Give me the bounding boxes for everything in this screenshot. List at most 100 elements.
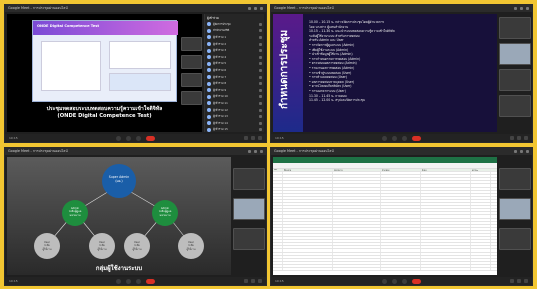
sheet-cell[interactable] [381,172,421,175]
spreadsheet-grid[interactable]: No. ชื่อ-สกุล หน่วยงาน ตำแหน่ง อีเมล สถานะ [273,169,497,272]
sheet-cell[interactable] [471,178,491,181]
sheet-cell[interactable] [283,224,333,227]
sheet-cell[interactable] [273,240,283,243]
info-icon[interactable] [244,136,248,140]
sheet-cell[interactable] [273,243,283,246]
mic-button[interactable] [382,135,387,141]
participant-row[interactable]: ผู้เข้าร่วม 2 [205,41,264,48]
people-icon[interactable] [251,136,255,140]
sheet-cell[interactable] [333,246,381,249]
sheet-cell[interactable] [381,258,421,261]
sheet-cell[interactable] [471,187,491,190]
sheet-cell[interactable] [273,268,283,271]
sheet-cell[interactable] [421,178,471,181]
sheet-cell[interactable] [421,203,471,206]
sheet-cell[interactable] [273,218,283,221]
sheet-cell[interactable] [471,215,491,218]
sheet-cell[interactable] [421,227,471,230]
sheet-cell[interactable] [421,230,471,233]
sheet-cell[interactable] [421,196,471,199]
sheet-cell[interactable] [333,249,381,252]
participant-row[interactable]: ผู้เข้าร่วม 1 [205,34,264,41]
sheet-cell[interactable] [381,230,421,233]
sheet-cell[interactable] [421,172,471,175]
chat-icon[interactable] [524,136,528,140]
sheet-cell[interactable] [333,255,381,258]
sheet-cell[interactable] [333,264,381,267]
sheet-cell[interactable] [421,243,471,246]
sheet-cell[interactable] [283,199,333,203]
sheet-cell[interactable] [471,203,491,206]
sheet-cell[interactable] [471,206,491,209]
sheet-cell[interactable] [333,227,381,230]
video-tile[interactable] [181,37,202,51]
sheet-cell[interactable] [471,268,491,271]
sheet-cell[interactable] [421,224,471,227]
sheet-cell[interactable] [421,218,471,221]
sheet-cell[interactable] [333,243,381,246]
video-tile[interactable] [499,69,531,91]
present-button[interactable] [136,135,141,141]
video-tile[interactable] [499,17,531,39]
sheet-cell[interactable] [381,252,421,255]
sheet-cell[interactable] [381,243,421,246]
sheet-cell[interactable] [273,212,283,215]
sheet-cell[interactable] [283,258,333,261]
end-call-button[interactable] [146,135,155,141]
sheet-cell[interactable] [283,255,333,258]
sheet-cell[interactable] [333,258,381,261]
people-icon[interactable] [517,279,521,283]
sheet-cell[interactable] [333,172,381,175]
sheet-cell[interactable] [333,206,381,209]
sheet-cell[interactable] [421,206,471,209]
sheet-cell[interactable] [333,178,381,181]
sheet-cell[interactable] [283,233,333,237]
sheet-cell[interactable] [381,196,421,199]
sheet-cell[interactable] [421,209,471,212]
sheet-cell[interactable] [381,237,421,240]
video-tile[interactable] [233,168,265,190]
sheet-cell[interactable] [471,237,491,240]
sheet-cell[interactable] [421,268,471,271]
sheet-cell[interactable] [283,175,333,178]
sheet-cell[interactable] [421,246,471,249]
sheet-cell[interactable] [421,193,471,196]
info-icon[interactable] [510,279,514,283]
sheet-cell[interactable] [421,221,471,224]
sheet-cell[interactable] [421,240,471,243]
sheet-cell[interactable] [471,196,491,199]
sheet-cell[interactable] [471,199,491,203]
mic-button[interactable] [116,135,121,141]
participant-row[interactable]: ผู้เข้าร่วม 5 [205,61,264,68]
sheet-cell[interactable] [381,206,421,209]
sheet-cell[interactable] [471,261,491,264]
sheet-cell[interactable] [283,261,333,264]
sheet-cell[interactable] [283,227,333,230]
sheet-cell[interactable] [471,249,491,252]
info-icon[interactable] [244,279,248,283]
people-icon[interactable] [517,136,521,140]
sheet-cell[interactable] [333,190,381,193]
sheet-cell[interactable] [333,261,381,264]
video-tile[interactable] [499,43,531,65]
people-icon[interactable] [251,279,255,283]
sheet-cell[interactable] [283,196,333,199]
sheet-header-cell[interactable]: หน่วยงาน [333,169,381,172]
sheet-cell[interactable] [273,215,283,218]
chat-icon[interactable] [258,136,262,140]
sheet-cell[interactable] [333,184,381,187]
sheet-cell[interactable] [273,224,283,227]
camera-button[interactable] [392,278,397,284]
sheet-cell[interactable] [471,181,491,184]
video-tile[interactable] [181,91,202,105]
sheet-cell[interactable] [471,258,491,261]
sheet-cell[interactable] [273,264,283,267]
sheet-cell[interactable] [471,243,491,246]
sheet-cell[interactable] [471,233,491,237]
sheet-cell[interactable] [283,184,333,187]
video-tile[interactable] [181,73,202,87]
sheet-cell[interactable] [283,215,333,218]
participant-row[interactable]: ผู้จัดการประชุม [205,21,264,28]
sheet-cell[interactable] [333,221,381,224]
sheet-cell[interactable] [381,190,421,193]
